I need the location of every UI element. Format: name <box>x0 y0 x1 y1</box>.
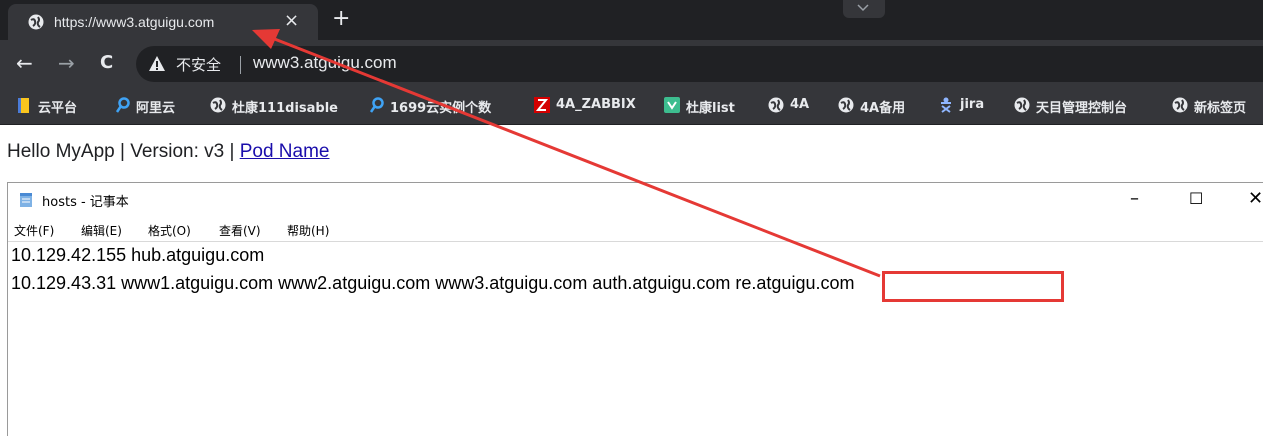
annotation-arrow <box>252 29 881 278</box>
highlight-box <box>882 271 1064 302</box>
